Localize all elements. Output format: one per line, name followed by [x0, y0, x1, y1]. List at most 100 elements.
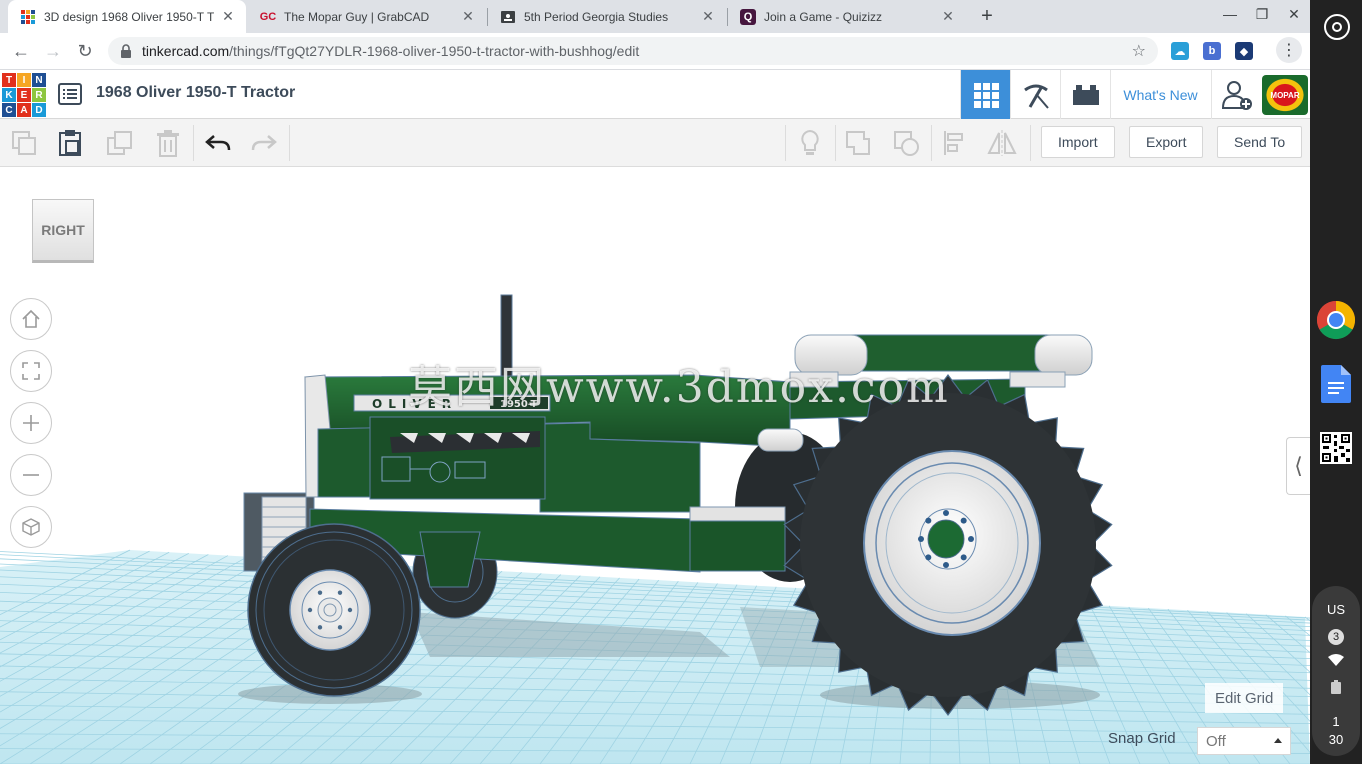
orthographic-toggle-button[interactable]	[10, 506, 52, 548]
caret-up-icon	[1274, 738, 1282, 743]
logo-letter: A	[17, 103, 31, 117]
add-user-button[interactable]	[1211, 70, 1261, 119]
tab-quizizz[interactable]: Q Join a Game - Quizizz ✕	[728, 0, 966, 33]
import-button[interactable]: Import	[1041, 126, 1115, 158]
design-title[interactable]: 1968 Oliver 1950-T Tractor	[96, 84, 295, 102]
lug-bolt	[925, 517, 932, 524]
send-to-button[interactable]: Send To	[1217, 126, 1303, 158]
tractor-badge: OLIVER	[372, 397, 457, 411]
lug-bolt	[918, 536, 924, 542]
battery-icon	[1312, 680, 1360, 697]
3d-workplane[interactable]: OLIVER 1950-T 莫西网www.3dmox.com RIGHT ⟨ E…	[0, 167, 1310, 764]
notification-badge: 3	[1312, 628, 1360, 645]
tab-title: 3D design 1968 Oliver 1950-T Tr	[44, 9, 214, 24]
launcher-icon[interactable]	[1324, 14, 1350, 40]
forward-icon[interactable]: →	[42, 40, 64, 62]
undo-icon[interactable]	[200, 126, 236, 160]
redo-icon[interactable]	[246, 126, 282, 160]
qr-code-app-icon[interactable]	[1316, 428, 1356, 468]
quizizz-favicon-icon: Q	[740, 8, 756, 25]
lug-bolt	[943, 562, 949, 568]
group-icon[interactable]	[840, 126, 876, 160]
lug-bolt	[925, 554, 932, 561]
tab-georgia-studies[interactable]: 5th Period Georgia Studies ✕	[488, 0, 726, 33]
logo-letter: N	[32, 73, 46, 87]
grabcad-favicon-icon: GC	[259, 10, 277, 23]
minecraft-view-button[interactable]	[1010, 70, 1060, 119]
toolbar-divider	[193, 125, 194, 161]
url-path: /things/fTgQt27YDLR-1968-oliver-1950-t-t…	[229, 43, 640, 59]
logo-letter: E	[17, 88, 31, 102]
toolbar-divider	[1030, 125, 1031, 161]
browser-toolbar: ← → ↻ tinkercad.com/things/fTgQt27YDLR-1…	[0, 33, 1310, 70]
workplane-grid: OLIVER 1950-T	[0, 294, 1310, 764]
minus-icon	[23, 474, 39, 476]
align-icon[interactable]	[936, 126, 972, 160]
window-close-icon[interactable]: ✕	[1284, 6, 1304, 23]
design-list-icon[interactable]	[58, 83, 82, 105]
view-cube[interactable]: RIGHT	[32, 199, 94, 263]
close-icon[interactable]: ✕	[940, 8, 956, 25]
lug-bolt	[317, 590, 323, 595]
logo-letter: R	[32, 88, 46, 102]
extension-b-icon[interactable]: b	[1203, 42, 1221, 60]
address-bar[interactable]: tinkercad.com/things/fTgQt27YDLR-1968-ol…	[108, 37, 1158, 65]
close-icon[interactable]: ✕	[460, 8, 476, 25]
clock-minute: 30	[1328, 732, 1344, 747]
snap-grid-select[interactable]: Off	[1197, 727, 1291, 755]
chrome-menu-icon[interactable]: ⋮	[1276, 37, 1302, 63]
lug-bolt	[960, 517, 967, 524]
bookmark-star-icon[interactable]: ☆	[1132, 41, 1146, 61]
chromeos-shelf: US 3 1 30	[1310, 0, 1362, 764]
brick-icon	[1072, 84, 1099, 105]
edit-grid-button[interactable]: Edit Grid	[1205, 683, 1284, 713]
delete-icon[interactable]	[150, 126, 186, 160]
tractor-model-badge: 1950-T	[500, 399, 538, 410]
zoom-out-button[interactable]	[10, 454, 52, 496]
url-domain: tinkercad.com	[142, 43, 230, 59]
browser-window: 3D design 1968 Oliver 1950-T Tr ✕ GC The…	[0, 0, 1310, 764]
chrome-app-icon[interactable]	[1316, 300, 1356, 340]
perspective-cube-icon	[22, 518, 40, 536]
back-icon[interactable]: ←	[10, 40, 32, 62]
wifi-icon	[1312, 654, 1360, 669]
extension-cloud-icon[interactable]: ☁	[1171, 42, 1189, 60]
plus-icon	[23, 415, 39, 431]
paste-icon[interactable]	[52, 126, 88, 160]
home-view-button[interactable]	[10, 298, 52, 340]
mirror-icon[interactable]	[984, 126, 1020, 160]
user-avatar[interactable]: MOPAR	[1262, 75, 1308, 115]
system-tray[interactable]: US 3 1 30	[1312, 586, 1360, 756]
restore-icon[interactable]: ❐	[1252, 6, 1272, 23]
fit-all-icon	[22, 362, 40, 380]
tab-tinkercad[interactable]: 3D design 1968 Oliver 1950-T Tr ✕	[8, 0, 246, 33]
ungroup-icon[interactable]	[888, 126, 924, 160]
fit-view-button[interactable]	[10, 350, 52, 392]
keyboard-locale: US	[1326, 602, 1346, 617]
3d-view-button[interactable]	[960, 70, 1010, 119]
google-docs-icon[interactable]	[1316, 364, 1356, 404]
new-tab-icon[interactable]: +	[976, 5, 998, 27]
classroom-favicon-icon	[500, 9, 516, 25]
tab-grabcad[interactable]: GC The Mopar Guy | GrabCAD ✕	[248, 0, 486, 33]
close-icon[interactable]: ✕	[700, 8, 716, 25]
add-user-icon	[1221, 80, 1252, 110]
whats-new-link[interactable]: What's New	[1110, 70, 1210, 119]
tab-strip: 3D design 1968 Oliver 1950-T Tr ✕ GC The…	[0, 0, 1310, 33]
lug-bolt	[968, 536, 974, 542]
copy-icon[interactable]	[6, 126, 42, 160]
minimize-icon[interactable]: —	[1220, 6, 1240, 22]
zoom-in-button[interactable]	[10, 402, 52, 444]
lug-bolt	[307, 607, 313, 613]
reload-icon[interactable]: ↻	[74, 40, 96, 62]
duplicate-icon[interactable]	[102, 126, 138, 160]
snap-grid-label: Snap Grid	[1108, 730, 1176, 747]
panel-collapse-chevron-icon[interactable]: ⟨	[1286, 437, 1310, 495]
close-icon[interactable]: ✕	[220, 8, 236, 25]
front-tire	[247, 523, 421, 697]
bricks-view-button[interactable]	[1060, 70, 1110, 119]
tinkercad-logo[interactable]: TIN KER CAD	[2, 73, 46, 117]
extension-shield-icon[interactable]: ◆	[1235, 42, 1253, 60]
light-bulb-icon[interactable]	[792, 126, 828, 160]
export-button[interactable]: Export	[1129, 126, 1204, 158]
